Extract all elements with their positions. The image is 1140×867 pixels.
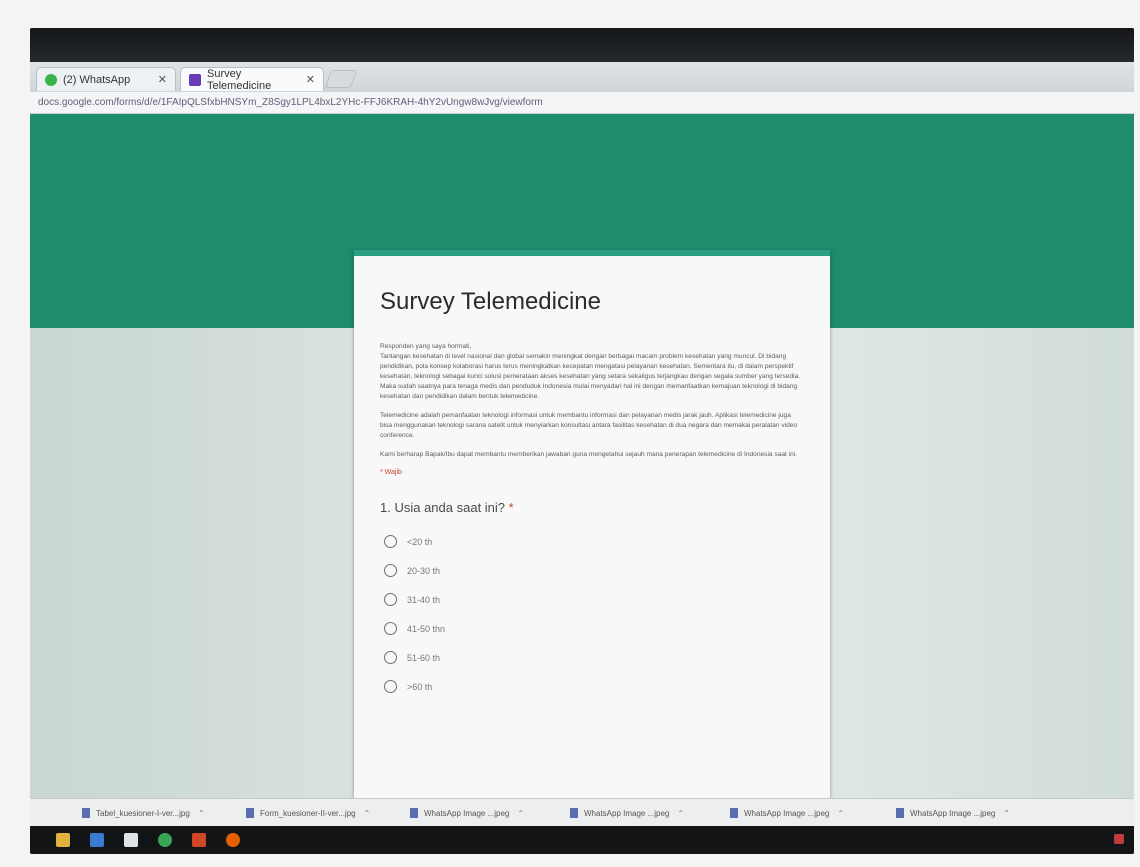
download-item[interactable]: WhatsApp Image ...jpeg ⌃ — [896, 804, 1010, 822]
image-file-icon — [570, 808, 578, 818]
option-over-60[interactable]: >60 th — [380, 672, 804, 701]
tab-whatsapp[interactable]: (2) WhatsApp ✕ — [36, 67, 176, 91]
image-file-icon — [82, 808, 90, 818]
close-tab-icon[interactable]: ✕ — [158, 73, 167, 86]
form-description: Responden yang saya hormati, Tantangan ke… — [380, 342, 804, 460]
tab-label: Survey Telemedicine — [207, 67, 272, 92]
url-text: docs.google.com/forms/d/e/1FAIpQLSfxbHNS… — [38, 97, 543, 108]
address-bar[interactable]: docs.google.com/forms/d/e/1FAIpQLSfxbHNS… — [30, 92, 1134, 114]
form-title: Survey Telemedicine — [380, 288, 602, 315]
taskbar — [30, 826, 1134, 854]
chevron-down-icon[interactable]: ⌃ — [837, 809, 844, 818]
download-item[interactable]: WhatsApp Image ...jpeg ⌃ — [410, 804, 524, 822]
monitor-bezel — [30, 28, 1134, 62]
monitor-photo: (2) WhatsApp ✕ Survey Telemedicine ✕ doc… — [30, 28, 1134, 854]
chevron-down-icon[interactable]: ⌃ — [364, 809, 371, 818]
option-label: 31-40 th — [407, 594, 441, 605]
close-tab-icon[interactable]: ✕ — [306, 73, 315, 86]
tab-survey-telemedicine[interactable]: Survey Telemedicine ✕ — [180, 67, 324, 92]
download-item[interactable]: Form_kuesioner-II-ver...jpg ⌃ — [246, 804, 370, 822]
option-31-40[interactable]: 31-40 th — [380, 585, 804, 614]
image-file-icon — [410, 808, 418, 818]
required-asterisk: * — [508, 500, 514, 515]
downloads-bar: Tabel_kuesioner-I-ver...jpg ⌃ Form_kuesio… — [30, 798, 1134, 827]
form-card: Survey Telemedicine Responden yang saya … — [354, 250, 830, 798]
description-paragraph: Kami berharap Bapak/Ibu dapat membantu m… — [380, 451, 798, 458]
image-file-icon — [730, 808, 738, 818]
radio-button[interactable] — [384, 564, 397, 577]
store-icon[interactable] — [90, 833, 104, 847]
browser-tab-bar: (2) WhatsApp ✕ Survey Telemedicine ✕ — [30, 62, 1134, 92]
radio-button[interactable] — [384, 651, 397, 664]
image-file-icon — [896, 808, 904, 818]
option-under-20[interactable]: <20 th — [380, 527, 804, 556]
google-forms-icon — [189, 73, 201, 86]
notification-icon[interactable] — [1114, 834, 1124, 844]
option-label: <20 th — [407, 536, 433, 547]
firefox-icon[interactable] — [226, 833, 240, 847]
image-file-icon — [246, 808, 254, 818]
chevron-down-icon[interactable]: ⌃ — [677, 809, 684, 818]
chevron-down-icon[interactable]: ⌃ — [1003, 809, 1010, 818]
option-20-30[interactable]: 20-30 th — [380, 556, 804, 585]
option-41-50[interactable]: 41-50 thn — [380, 614, 804, 643]
radio-button[interactable] — [384, 622, 397, 635]
office-icon[interactable] — [192, 833, 206, 847]
option-label: >60 th — [407, 681, 433, 692]
download-item[interactable]: WhatsApp Image ...jpeg ⌃ — [570, 804, 684, 822]
chrome-icon[interactable] — [158, 833, 172, 847]
required-note: * Wajib — [380, 469, 402, 476]
tab-label: (2) WhatsApp — [63, 73, 131, 86]
radio-button[interactable] — [384, 680, 397, 693]
option-51-60[interactable]: 51-60 th — [380, 643, 804, 672]
whatsapp-icon — [45, 73, 57, 86]
chevron-down-icon[interactable]: ⌃ — [517, 809, 524, 818]
mail-icon[interactable] — [124, 833, 138, 847]
new-tab-button[interactable] — [324, 70, 358, 88]
option-label: 20-30 th — [407, 565, 441, 576]
download-item[interactable]: Tabel_kuesioner-I-ver...jpg ⌃ — [82, 804, 205, 822]
description-paragraph: Responden yang saya hormati, Tantangan ke… — [380, 343, 801, 400]
question-age: 1. Usia anda saat ini? * <20 th 20-30 th… — [380, 500, 804, 701]
radio-button[interactable] — [384, 593, 397, 606]
description-paragraph: Telemedicine adalah pemanfaatan teknolog… — [380, 412, 798, 439]
radio-button[interactable] — [384, 535, 397, 548]
chevron-down-icon[interactable]: ⌃ — [198, 809, 205, 818]
download-item[interactable]: WhatsApp Image ...jpeg ⌃ — [730, 804, 844, 822]
file-explorer-icon[interactable] — [56, 833, 70, 847]
option-label: 51-60 th — [407, 652, 441, 663]
question-title: 1. Usia anda saat ini? * — [380, 500, 514, 515]
option-label: 41-50 thn — [407, 623, 446, 634]
